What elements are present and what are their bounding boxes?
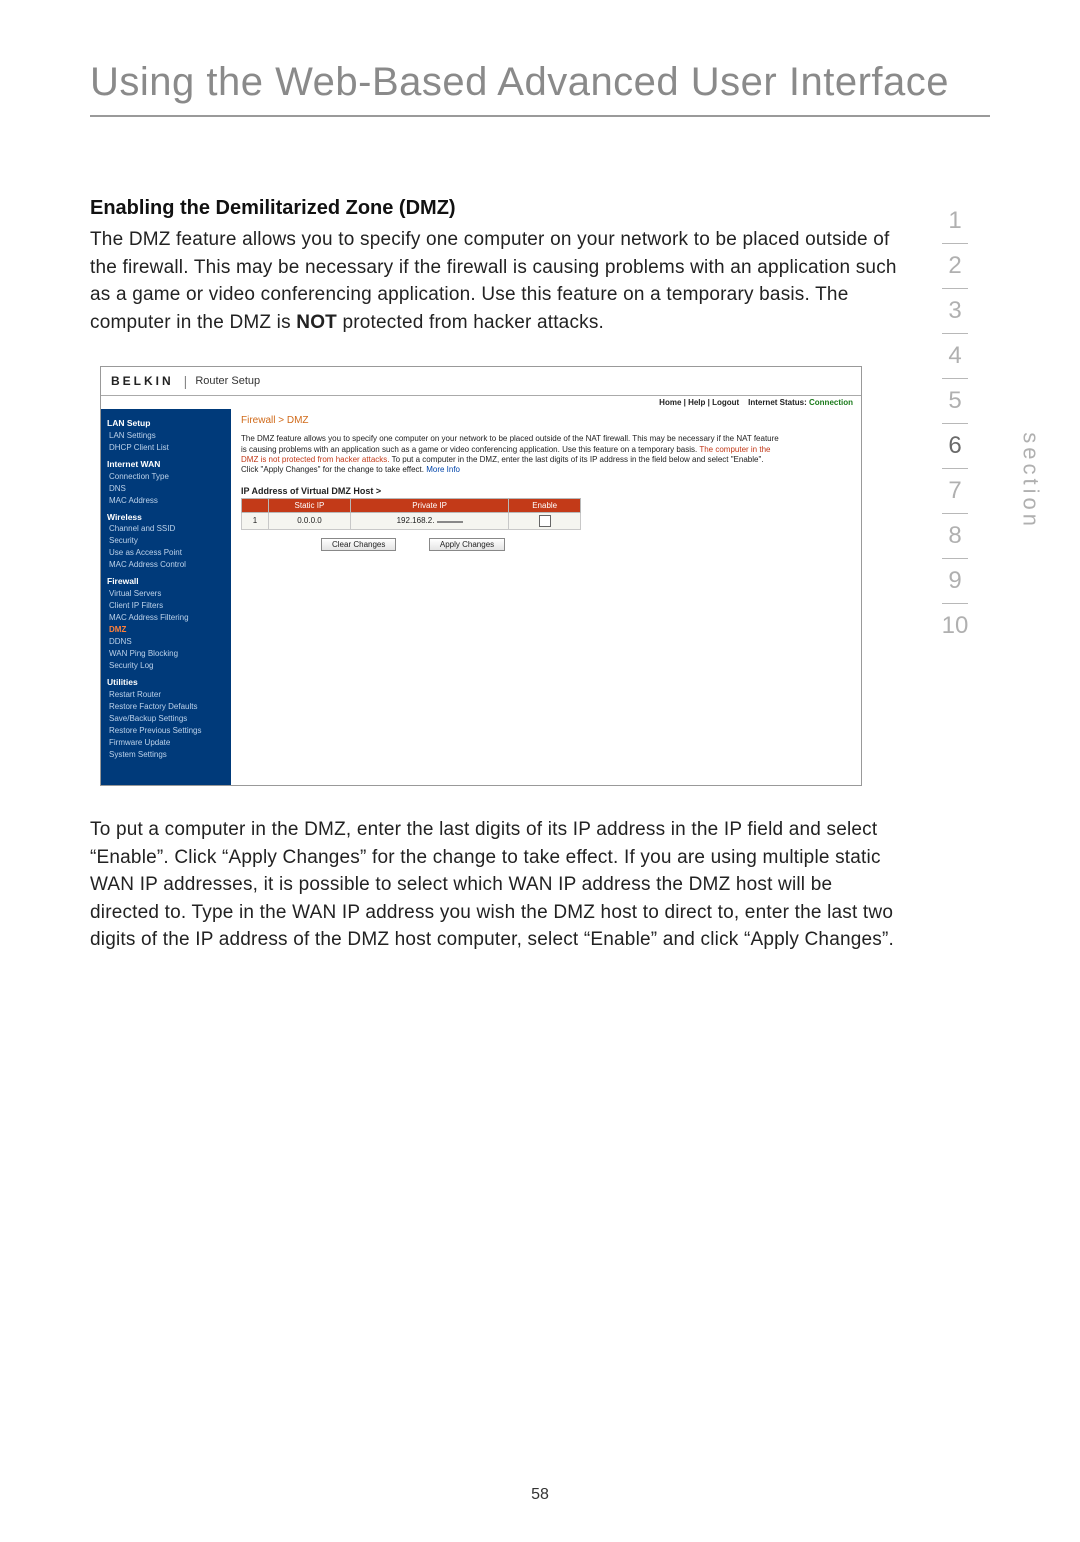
section-tab-2[interactable]: 2 [948, 246, 961, 286]
shot-body: LAN SetupLAN SettingsDHCP Client List Int… [101, 409, 861, 785]
enable-cell [509, 512, 581, 529]
dmz-table-heading: IP Address of Virtual DMZ Host > [241, 486, 851, 496]
status-value: Connection [809, 398, 853, 407]
brand-divider: | [184, 373, 196, 389]
sidebar-head-firewall: Firewall [107, 575, 225, 588]
instructions-paragraph: To put a computer in the DMZ, enter the … [90, 816, 900, 954]
shot-main: Firewall > DMZ The DMZ feature allows yo… [231, 409, 861, 785]
section-tab-7[interactable]: 7 [948, 471, 961, 511]
private-ip-prefix: 192.168.2. [397, 516, 435, 525]
more-info-link[interactable]: More Info [426, 465, 460, 474]
sidebar-item-dns[interactable]: DNS [107, 483, 225, 495]
private-ip-cell: 192.168.2. [350, 512, 508, 529]
shot-top-links: Home | Help | Logout Internet Status: Co… [101, 396, 861, 409]
section-label: section [1018, 432, 1044, 530]
sidebar-item-use-as-access-point[interactable]: Use as Access Point [107, 547, 225, 559]
sidebar-item-dhcp-client-list[interactable]: DHCP Client List [107, 442, 225, 454]
sidebar-item-restore-previous-settings[interactable]: Restore Previous Settings [107, 725, 225, 737]
sidebar-head-internet-wan: Internet WAN [107, 458, 225, 471]
section-tab-divider [942, 513, 968, 514]
sidebar-item-security[interactable]: Security [107, 535, 225, 547]
sidebar-item-connection-type[interactable]: Connection Type [107, 471, 225, 483]
clear-changes-button[interactable]: Clear Changes [321, 538, 396, 551]
sidebar-item-virtual-servers[interactable]: Virtual Servers [107, 588, 225, 600]
th-private-ip: Private IP [350, 498, 508, 512]
sidebar-item-ddns[interactable]: DDNS [107, 636, 225, 648]
section-tab-divider [942, 423, 968, 424]
main-column: Enabling the Demilitarized Zone (DMZ) Th… [90, 197, 920, 954]
body-area: Enabling the Demilitarized Zone (DMZ) Th… [90, 197, 990, 954]
th-enable: Enable [509, 498, 581, 512]
sidebar-item-save-backup-settings[interactable]: Save/Backup Settings [107, 713, 225, 725]
table-header-row: Static IP Private IP Enable [242, 498, 581, 512]
dmz-description: The DMZ feature allows you to specify on… [241, 434, 781, 476]
section-tab-divider [942, 378, 968, 379]
static-ip-cell: 0.0.0.0 [269, 512, 351, 529]
sidebar-item-mac-address-filtering[interactable]: MAC Address Filtering [107, 612, 225, 624]
enable-checkbox[interactable] [539, 515, 551, 527]
shot-header: BELKIN | Router Setup [101, 367, 861, 396]
sidebar-item-wan-ping-blocking[interactable]: WAN Ping Blocking [107, 648, 225, 660]
section-tab-divider [942, 468, 968, 469]
sidebar-item-system-settings[interactable]: System Settings [107, 749, 225, 761]
sidebar-item-restart-router[interactable]: Restart Router [107, 689, 225, 701]
th-static-ip: Static IP [269, 498, 351, 512]
sidebar-head-wireless: Wireless [107, 511, 225, 524]
sidebar-item-restore-factory-defaults[interactable]: Restore Factory Defaults [107, 701, 225, 713]
section-tab-10[interactable]: 10 [942, 606, 969, 646]
sidebar-head-lan-setup: LAN Setup [107, 417, 225, 430]
shot-sidebar: LAN SetupLAN SettingsDHCP Client List Int… [101, 409, 231, 785]
section-tab-1[interactable]: 1 [948, 201, 961, 241]
section-tab-8[interactable]: 8 [948, 516, 961, 556]
section-tab-divider [942, 558, 968, 559]
sidebar-item-client-ip-filters[interactable]: Client IP Filters [107, 600, 225, 612]
shot-button-row: Clear Changes Apply Changes [241, 538, 851, 551]
intro-paragraph: The DMZ feature allows you to specify on… [90, 226, 900, 336]
apply-changes-button[interactable]: Apply Changes [429, 538, 505, 551]
para1-post: protected from hacker attacks. [337, 312, 604, 333]
section-tab-5[interactable]: 5 [948, 381, 961, 421]
document-page: Using the Web-Based Advanced User Interf… [0, 0, 1080, 1542]
sidebar-item-firmware-update[interactable]: Firmware Update [107, 737, 225, 749]
sidebar-item-channel-and-ssid[interactable]: Channel and SSID [107, 523, 225, 535]
section-tab-4[interactable]: 4 [948, 336, 961, 376]
section-tab-divider [942, 243, 968, 244]
breadcrumb: Firewall > DMZ [241, 415, 851, 426]
section-tab-divider [942, 333, 968, 334]
brand-logo: BELKIN [111, 374, 184, 388]
page-number: 58 [0, 1486, 1080, 1504]
page-title: Using the Web-Based Advanced User Interf… [90, 60, 990, 117]
section-tab-3[interactable]: 3 [948, 291, 961, 331]
shot-title: Router Setup [195, 375, 260, 387]
private-ip-input[interactable] [437, 521, 463, 523]
sidebar-item-mac-address[interactable]: MAC Address [107, 495, 225, 507]
top-links-left[interactable]: Home | Help | Logout [659, 398, 739, 407]
section-tabs: 1 2 3 4 5 6 7 8 9 10 [920, 197, 990, 954]
section-tab-divider [942, 288, 968, 289]
th-blank [242, 498, 269, 512]
table-row: 1 0.0.0.0 192.168.2. [242, 512, 581, 529]
sidebar-item-mac-address-control[interactable]: MAC Address Control [107, 559, 225, 571]
sidebar-item-dmz[interactable]: DMZ [107, 624, 225, 636]
sidebar-item-security-log[interactable]: Security Log [107, 660, 225, 672]
router-screenshot: BELKIN | Router Setup Home | Help | Logo… [100, 366, 862, 786]
sidebar-item-lan-settings[interactable]: LAN Settings [107, 430, 225, 442]
status-label: Internet Status: [748, 398, 807, 407]
section-heading: Enabling the Demilitarized Zone (DMZ) [90, 197, 900, 220]
sidebar-head-utilities: Utilities [107, 676, 225, 689]
para1-bold: NOT [296, 312, 337, 333]
dmz-table: Static IP Private IP Enable 1 0.0.0.0 19… [241, 498, 581, 530]
section-tab-divider [942, 603, 968, 604]
section-tab-6[interactable]: 6 [948, 426, 961, 466]
row-number: 1 [242, 512, 269, 529]
section-tab-9[interactable]: 9 [948, 561, 961, 601]
